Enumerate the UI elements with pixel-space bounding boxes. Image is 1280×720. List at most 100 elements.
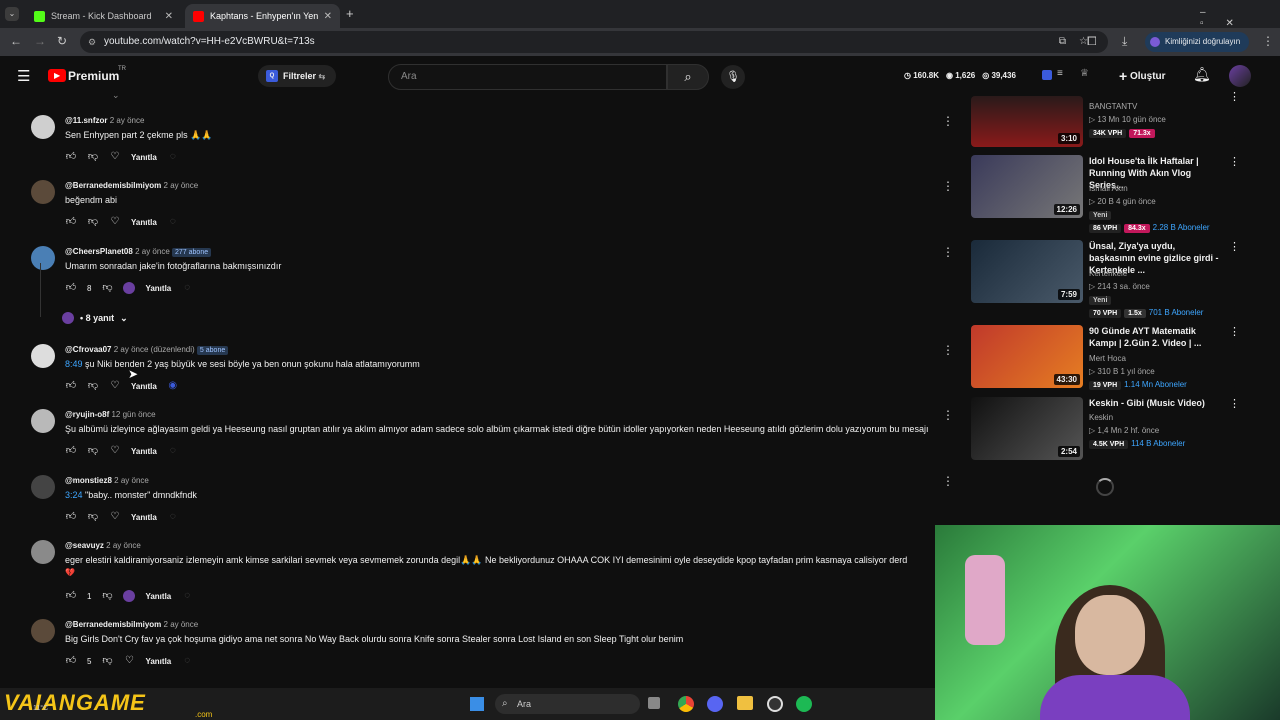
url-input[interactable]: ⚙ youtube.com/watch?v=HH-e2VcBWRU&t=713s… xyxy=(80,31,1108,53)
comment-time[interactable]: 12 gün önce xyxy=(111,410,155,419)
tab-kick[interactable]: Stream - Kick Dashboard ✕ xyxy=(26,4,181,28)
reply-button[interactable]: Yanıtla xyxy=(145,284,171,293)
more-icon[interactable]: ⋮ xyxy=(1229,325,1240,338)
download-icon[interactable]: ⤓ xyxy=(1122,34,1127,49)
avatar[interactable] xyxy=(31,540,55,564)
channel-name[interactable]: Mert Hoca xyxy=(1089,354,1126,363)
dislike-icon[interactable]: 👎︎ xyxy=(101,590,113,602)
more-icon[interactable]: ⋮ xyxy=(942,408,954,422)
ai-reply-icon[interactable]: ◌ xyxy=(181,590,193,602)
more-icon[interactable]: ⋮ xyxy=(942,114,954,128)
like-icon[interactable]: 👍︎ xyxy=(65,511,77,523)
video-thumbnail[interactable]: 7:59 xyxy=(971,240,1083,303)
video-title[interactable]: Keskin - Gibi (Music Video) xyxy=(1089,397,1224,409)
trophy-icon[interactable]: ♕ xyxy=(1080,68,1089,79)
dislike-icon[interactable]: 👎︎ xyxy=(101,282,113,294)
comment-time[interactable]: 2 ay önce xyxy=(164,620,199,629)
forward-icon[interactable]: → xyxy=(34,34,46,48)
comment-author[interactable]: @ryujin-o8f xyxy=(65,410,109,419)
video-thumbnail[interactable]: 12:26 xyxy=(971,155,1083,218)
like-icon[interactable]: 👍︎ xyxy=(65,380,77,392)
comment-time[interactable]: 2 ay önce (düzenlendi) xyxy=(114,345,195,354)
rec-video[interactable]: 3:10 BANGTANTV ▷ 13 Mn 10 gün önce 34K V… xyxy=(971,84,1241,152)
like-icon[interactable]: 👍︎ xyxy=(65,282,77,294)
timestamp-link[interactable]: 8:49 xyxy=(65,359,83,369)
channel-name[interactable]: İsmail Akın xyxy=(1089,184,1128,193)
ai-reply-icon[interactable]: ◌ xyxy=(167,511,179,523)
video-title[interactable]: 90 Günde AYT Matematik Kampı | 2.Gün 2. … xyxy=(1089,325,1224,349)
hamburger-icon[interactable]: ☰ xyxy=(17,67,30,85)
chrome-icon[interactable] xyxy=(678,696,694,712)
rec-video[interactable]: 12:26 Idol House'ta İlk Haftalar | Runni… xyxy=(971,155,1241,237)
avatar[interactable] xyxy=(31,475,55,499)
video-thumbnail[interactable]: 3:10 xyxy=(971,96,1083,147)
file-explorer-icon[interactable] xyxy=(737,696,753,710)
extensions-icon[interactable]: ⧠ xyxy=(1087,34,1097,49)
close-icon[interactable]: ✕ xyxy=(324,11,332,22)
heart-icon[interactable]: ♡ xyxy=(109,151,121,163)
task-view-icon[interactable] xyxy=(648,697,660,709)
list-icon[interactable]: ≡ xyxy=(1057,68,1063,79)
channel-name[interactable]: Kertenkele xyxy=(1089,269,1127,278)
comment-time[interactable]: 2 ay önce xyxy=(106,541,141,550)
comment-author[interactable]: @Cfrovaa07 xyxy=(65,345,112,354)
comment-author[interactable]: @Berranedemisbilmiyom xyxy=(65,620,161,629)
heart-icon[interactable]: ♡ xyxy=(109,380,121,392)
more-icon[interactable]: ⋮ xyxy=(942,179,954,193)
more-icon[interactable]: ⋮ xyxy=(942,245,954,259)
heart-icon[interactable]: ♡ xyxy=(109,511,121,523)
search-button[interactable]: ⌕ xyxy=(667,64,709,90)
profile-chip[interactable]: Kimliğinizi doğrulayın xyxy=(1145,32,1249,52)
more-icon[interactable]: ⋮ xyxy=(1229,397,1240,410)
menu-icon[interactable]: ⋮ xyxy=(1262,34,1274,48)
comment-time[interactable]: 2 ay önce xyxy=(135,247,170,256)
ai-reply-icon[interactable]: ◉ xyxy=(167,380,179,392)
avatar[interactable] xyxy=(31,409,55,433)
ai-reply-icon[interactable]: ◌ xyxy=(167,216,179,228)
heart-icon[interactable]: ♡ xyxy=(109,445,121,457)
ai-reply-icon[interactable]: ◌ xyxy=(167,445,179,457)
rec-video[interactable]: 2:54 Keskin - Gibi (Music Video) Keskin … xyxy=(971,397,1241,461)
new-tab-icon[interactable]: + xyxy=(346,6,354,21)
tab-youtube[interactable]: Kaphtans - Enhypen'ın Yeni Alb ✕ xyxy=(185,4,340,28)
filters-button[interactable]: Q Filtreler ⇆ xyxy=(258,65,336,87)
reply-button[interactable]: Yanıtla xyxy=(145,592,171,601)
vidiq-icon[interactable] xyxy=(1042,70,1052,80)
comment-author[interactable]: @seavuyz xyxy=(65,541,104,550)
comment-author[interactable]: @11.snfzor xyxy=(65,116,107,125)
avatar[interactable] xyxy=(31,180,55,204)
bell-icon[interactable]: 🔔︎ xyxy=(1193,66,1211,83)
ai-reply-icon[interactable]: ◌ xyxy=(167,151,179,163)
more-icon[interactable]: ⋮ xyxy=(942,474,954,488)
reply-button[interactable]: Yanıtla xyxy=(145,657,171,666)
dislike-icon[interactable]: 👎︎ xyxy=(101,655,113,667)
timestamp-link[interactable]: 3:24 xyxy=(65,490,83,500)
comment-time[interactable]: 2 ay önce xyxy=(164,181,199,190)
like-icon[interactable]: 👍︎ xyxy=(65,590,77,602)
rec-video[interactable]: 7:59 Ünsal, Ziya'ya uydu, başkasının evi… xyxy=(971,240,1241,322)
search-input[interactable]: Ara xyxy=(388,64,667,90)
video-thumbnail[interactable]: 43:30 xyxy=(971,325,1083,388)
dislike-icon[interactable]: 👎︎ xyxy=(87,151,99,163)
window-controls[interactable]: –▫✕ xyxy=(1200,7,1280,29)
obs-icon[interactable] xyxy=(767,696,783,712)
youtube-logo-icon[interactable]: ▶ xyxy=(48,69,66,82)
create-button[interactable]: + Oluştur xyxy=(1119,68,1166,84)
avatar[interactable] xyxy=(31,115,55,139)
heart-icon[interactable]: ♡ xyxy=(109,216,121,228)
replies-toggle[interactable]: • 8 yanıt ⌄ xyxy=(62,312,128,324)
video-thumbnail[interactable]: 2:54 xyxy=(971,397,1083,460)
reply-button[interactable]: Yanıtla xyxy=(131,513,157,522)
more-icon[interactable]: ⋮ xyxy=(1229,90,1240,103)
avatar[interactable] xyxy=(31,344,55,368)
more-icon[interactable]: ⋮ xyxy=(942,343,954,357)
heart-icon[interactable]: ♡ xyxy=(123,655,135,667)
site-info-icon[interactable]: ⚙ xyxy=(88,31,96,53)
rec-video[interactable]: 43:30 90 Günde AYT Matematik Kampı | 2.G… xyxy=(971,325,1241,393)
ai-reply-icon[interactable]: ◌ xyxy=(181,282,193,294)
reply-button[interactable]: Yanıtla xyxy=(131,153,157,162)
windows-start-icon[interactable] xyxy=(470,697,484,711)
dislike-icon[interactable]: 👎︎ xyxy=(87,216,99,228)
close-icon[interactable]: ✕ xyxy=(165,11,173,22)
channel-name[interactable]: Keskin xyxy=(1089,413,1113,422)
